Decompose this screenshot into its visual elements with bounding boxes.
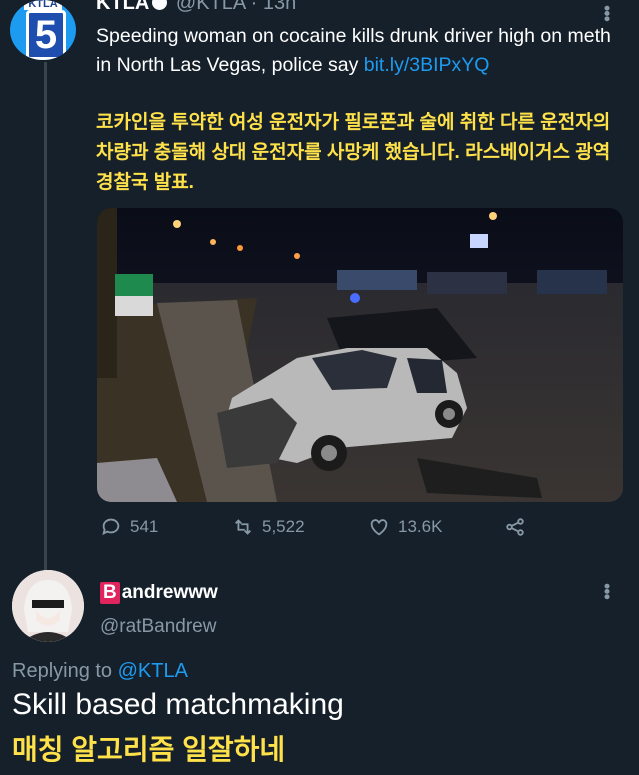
avatar-logo-text: KTLA [24, 0, 62, 10]
replying-prefix: Replying to [12, 660, 113, 682]
author-handle[interactable]: @KTLA [176, 0, 245, 14]
reply-author-avatar[interactable] [12, 570, 84, 642]
replying-to-handle[interactable]: @KTLA [118, 660, 188, 682]
tweet-time[interactable]: 13h [263, 0, 296, 14]
tweet-header: KTLA @KTLA · 13h [96, 0, 296, 15]
retweet-count: 5,522 [262, 517, 305, 536]
reply-body: Skill based matchmaking [12, 688, 344, 721]
thread-connector-line [44, 62, 47, 570]
crash-scene-image [97, 208, 623, 502]
reply-author-handle[interactable]: @ratBandrew [100, 616, 216, 638]
tweet-body: Speeding woman on cocaine kills drunk dr… [96, 25, 611, 76]
separator-dot: · [250, 0, 258, 14]
reply-more-options-icon[interactable]: ••• [596, 583, 617, 599]
avatar-logo-number: 5 [26, 10, 66, 60]
retweet-icon [235, 519, 251, 535]
replying-to-line: Replying to @KTLA [12, 660, 188, 683]
tweet-photo[interactable] [97, 208, 623, 502]
share-icon [506, 518, 524, 536]
more-options-icon[interactable]: ••• [596, 5, 617, 21]
like-action[interactable]: 13.6K [368, 516, 442, 538]
reply-action[interactable]: 541 [100, 516, 158, 538]
name-badge-letter: B [100, 582, 120, 604]
tweet-translation-caption: 코카인을 투약한 여성 운전자가 필로폰과 술에 취한 다른 운전자의 차량과 … [96, 112, 611, 193]
tweet-actions: 541 5,522 13.6K [100, 516, 540, 544]
reply-icon [102, 518, 120, 536]
tweet-link[interactable]: bit.ly/3BIPxYQ [364, 54, 490, 76]
reply-author-name[interactable]: Bandrewww [100, 582, 218, 604]
author-name[interactable]: KTLA [96, 0, 149, 14]
reply-tweet: Bandrewww @ratBandrew Replying to @KTLA … [0, 560, 639, 775]
retweet-action[interactable]: 5,522 [232, 516, 305, 538]
reply-count: 541 [130, 517, 159, 536]
anime-avatar-image [12, 570, 84, 642]
reply-translation-caption: 매칭 알고리즘 일잘하네 [12, 734, 286, 765]
share-action[interactable] [504, 516, 526, 538]
ktla-avatar[interactable]: KTLA 5 [10, 0, 76, 60]
name-rest: andrewww [121, 582, 218, 603]
tweet-text: Speeding woman on cocaine kills drunk dr… [96, 22, 616, 80]
heart-icon [370, 519, 388, 536]
verified-badge-icon [152, 0, 168, 10]
like-count: 13.6K [398, 517, 443, 536]
